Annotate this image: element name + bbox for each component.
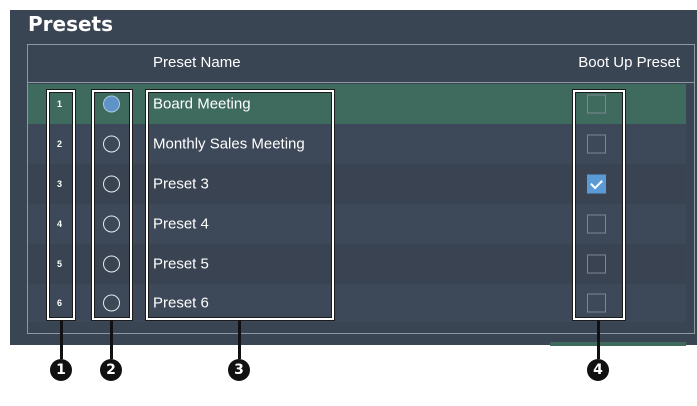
panel-title: Presets (28, 12, 114, 36)
action-button-edge[interactable] (550, 342, 686, 346)
callout-box-radios (92, 90, 132, 320)
callout-badge-2: 2 (100, 359, 122, 381)
callout-line (238, 320, 241, 359)
callout-box-checkboxes (573, 90, 625, 320)
callout-badge-3: 3 (228, 359, 250, 381)
header-boot-up-preset: Boot Up Preset (578, 54, 680, 71)
header-preset-name: Preset Name (153, 54, 241, 71)
callout-line (60, 320, 63, 359)
table-header: Preset Name Boot Up Preset (28, 45, 694, 83)
callout-badge-4: 4 (587, 359, 609, 381)
callout-badge-1: 1 (50, 359, 72, 381)
callout-line (597, 320, 600, 359)
callout-box-numbers (47, 90, 75, 320)
callout-box-names (146, 90, 334, 320)
callout-line (110, 320, 113, 359)
